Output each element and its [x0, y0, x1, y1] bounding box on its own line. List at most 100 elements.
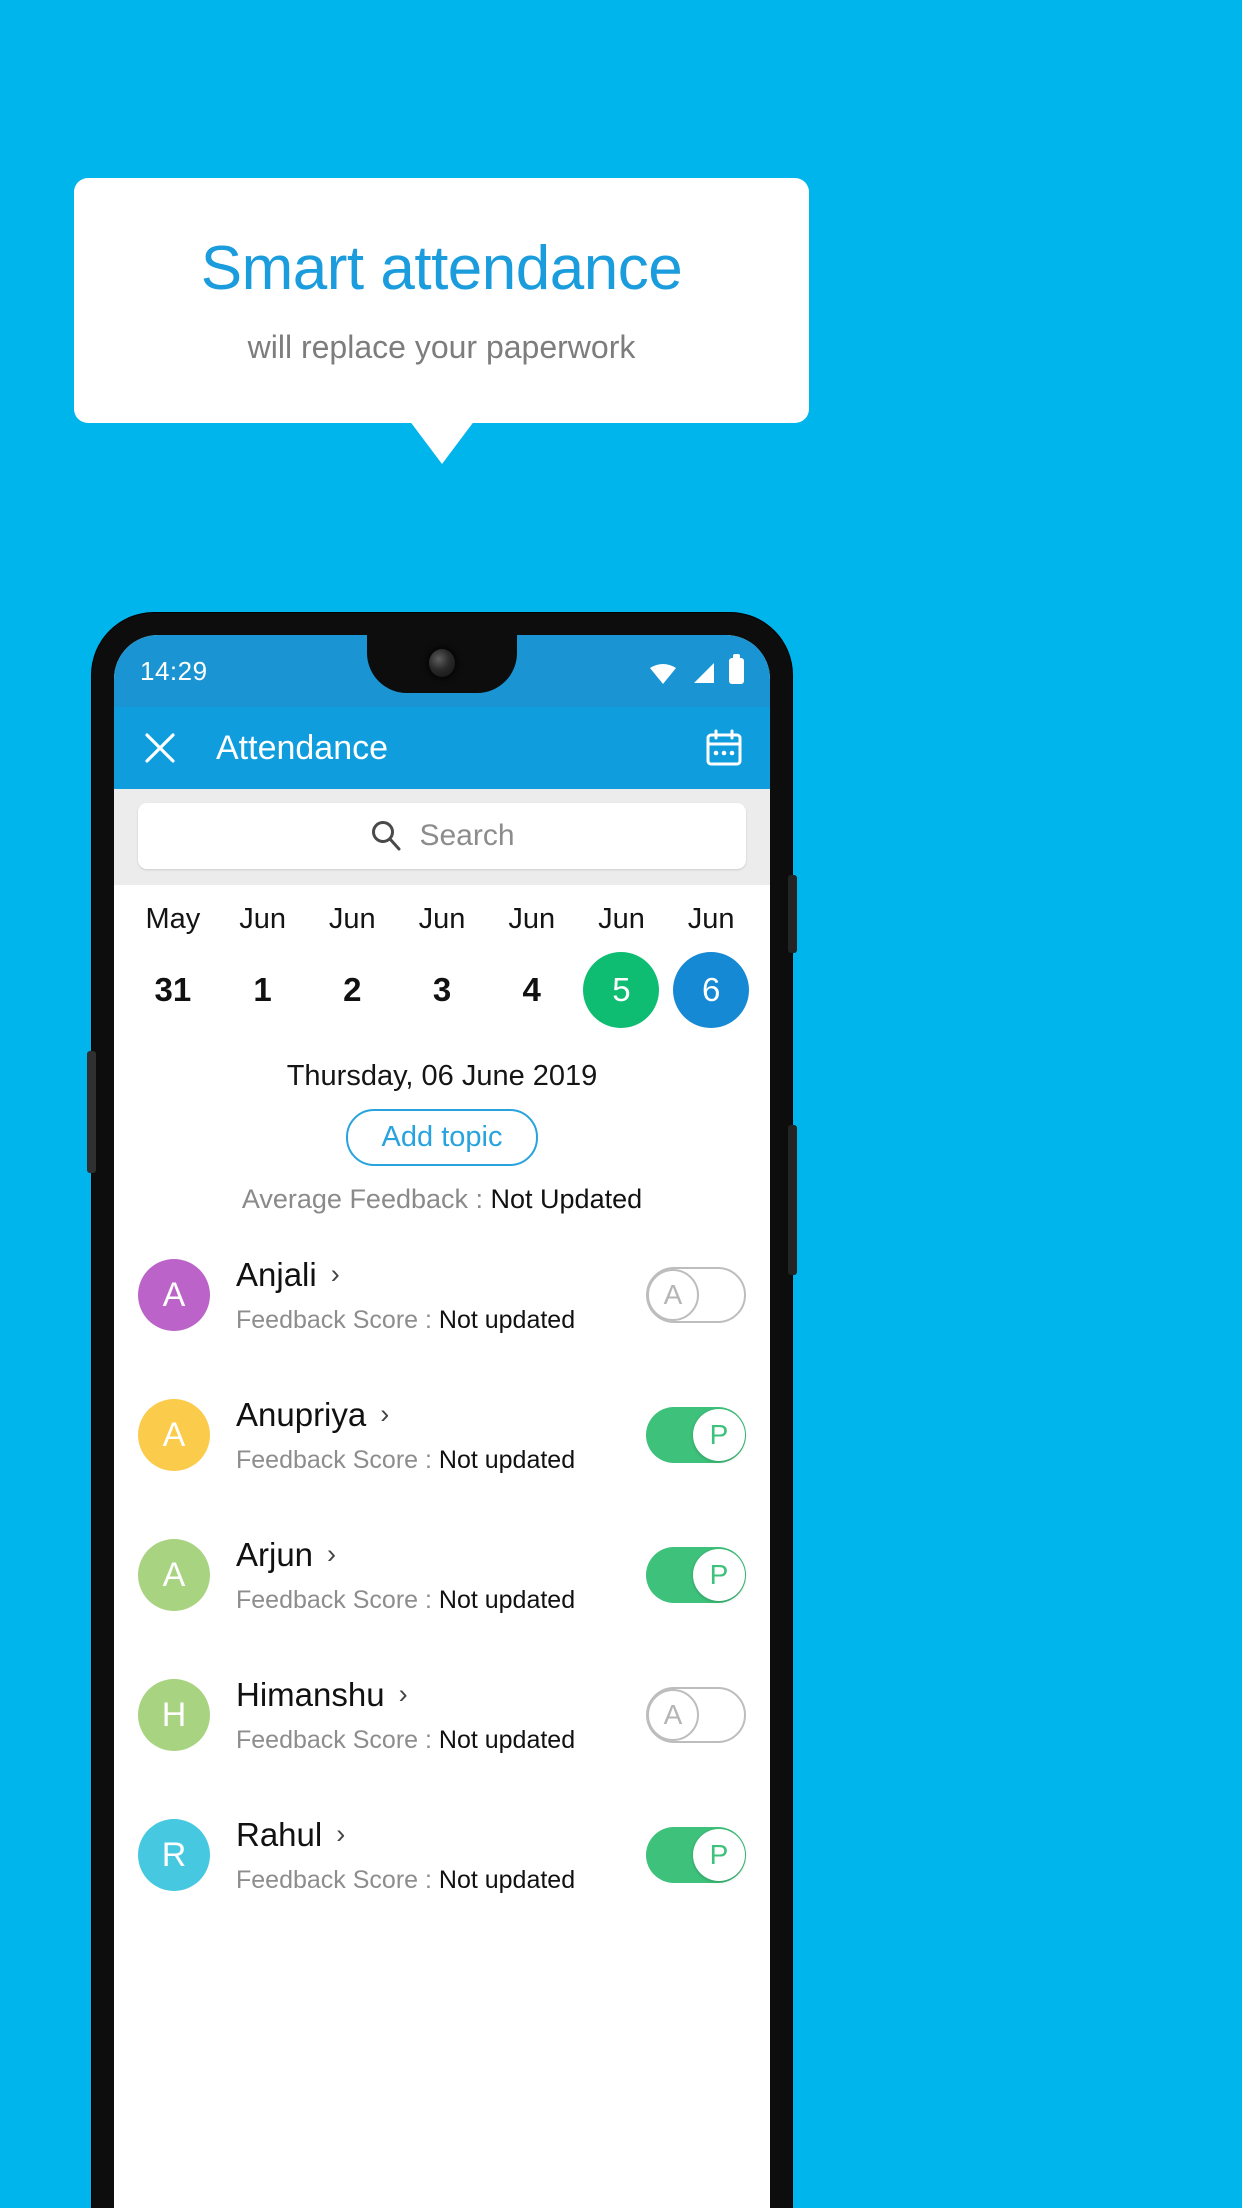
- average-feedback-label: Average Feedback :: [241, 1184, 491, 1214]
- attendance-toggle-knob: A: [647, 1269, 699, 1321]
- feedback-score-label: Feedback Score :: [236, 1865, 439, 1894]
- student-name: Anupriya: [236, 1395, 367, 1433]
- chevron-right-icon[interactable]: ›: [399, 1681, 408, 1708]
- student-name: Rahul: [236, 1815, 323, 1853]
- avatar: R: [138, 1819, 210, 1891]
- student-name: Anjali: [236, 1255, 317, 1293]
- phone-screen: 14:29 Attendance Search May 31 Jun 1 Jun…: [114, 635, 770, 2208]
- avatar: A: [138, 1539, 210, 1611]
- battery-icon: [729, 654, 744, 684]
- average-feedback: Average Feedback : Not Updated: [114, 1184, 770, 1215]
- student-info: Rahul › Feedback Score : Not updated: [236, 1816, 646, 1895]
- app-bar: Attendance: [114, 707, 770, 789]
- student-list: A Anjali › Feedback Score : Not updated A A An…: [114, 1225, 770, 1925]
- avatar: A: [138, 1259, 210, 1331]
- date-cell[interactable]: Jun 3: [397, 903, 487, 1028]
- signal-icon: [694, 663, 714, 683]
- promo-subtitle: will replace your paperwork: [247, 329, 636, 366]
- date-day-number[interactable]: 2: [314, 952, 390, 1028]
- date-day-number[interactable]: 1: [225, 952, 301, 1028]
- date-day-number[interactable]: 4: [494, 952, 570, 1028]
- student-row[interactable]: H Himanshu › Feedback Score : Not updated A: [114, 1645, 770, 1785]
- status-bar-clock: 14:29: [140, 655, 208, 686]
- calendar-icon[interactable]: [702, 726, 746, 770]
- promo-title: Smart attendance: [200, 233, 683, 303]
- student-row[interactable]: A Arjun › Feedback Score : Not updated P: [114, 1505, 770, 1645]
- phone-volume-button[interactable]: [788, 1125, 797, 1275]
- date-month-label: May: [145, 903, 201, 935]
- student-name-line[interactable]: Rahul ›: [236, 1816, 646, 1854]
- chevron-right-icon[interactable]: ›: [380, 1401, 389, 1428]
- phone-assistant-button[interactable]: [87, 1051, 96, 1173]
- status-bar-icons: [649, 654, 744, 684]
- search-placeholder: Search: [419, 819, 515, 852]
- chevron-right-icon[interactable]: ›: [327, 1541, 336, 1568]
- date-cell[interactable]: Jun 2: [307, 903, 397, 1028]
- phone-power-button[interactable]: [788, 875, 797, 953]
- date-month-label: Jun: [328, 903, 376, 935]
- date-day-number[interactable]: 5: [583, 952, 660, 1028]
- feedback-score-value: Not updated: [438, 1305, 576, 1334]
- student-name-line[interactable]: Anjali ›: [236, 1256, 646, 1294]
- date-day-number[interactable]: 31: [135, 952, 211, 1028]
- feedback-score: Feedback Score : Not updated: [236, 1726, 646, 1755]
- student-info: Arjun › Feedback Score : Not updated: [236, 1536, 646, 1615]
- student-info: Anjali › Feedback Score : Not updated: [236, 1256, 646, 1335]
- status-bar: 14:29: [114, 635, 770, 707]
- date-day-number[interactable]: 3: [404, 952, 480, 1028]
- add-topic-button[interactable]: Add topic: [345, 1109, 539, 1166]
- attendance-toggle-knob: P: [693, 1829, 745, 1881]
- phone-notch: [367, 635, 517, 693]
- date-cell[interactable]: Jun 6: [666, 903, 756, 1028]
- feedback-score-value: Not updated: [438, 1445, 576, 1474]
- date-month-label: Jun: [687, 903, 735, 935]
- date-month-label: Jun: [239, 903, 286, 935]
- attendance-toggle[interactable]: A: [646, 1687, 746, 1743]
- date-month-label: Jun: [598, 903, 645, 935]
- attendance-toggle[interactable]: A: [646, 1267, 746, 1323]
- date-cell[interactable]: May 31: [128, 903, 218, 1028]
- add-topic-area: Add topic: [114, 1109, 770, 1166]
- attendance-toggle[interactable]: P: [646, 1407, 746, 1463]
- attendance-toggle-knob: P: [693, 1549, 745, 1601]
- feedback-score: Feedback Score : Not updated: [236, 1586, 646, 1615]
- student-row[interactable]: A Anjali › Feedback Score : Not updated A: [114, 1225, 770, 1365]
- chevron-right-icon[interactable]: ›: [336, 1821, 345, 1848]
- student-name-line[interactable]: Anupriya ›: [236, 1396, 646, 1434]
- student-name: Himanshu: [236, 1675, 385, 1713]
- attendance-toggle[interactable]: P: [646, 1827, 746, 1883]
- feedback-score: Feedback Score : Not updated: [236, 1446, 646, 1475]
- student-name-line[interactable]: Himanshu ›: [236, 1676, 646, 1714]
- chevron-right-icon[interactable]: ›: [331, 1261, 340, 1288]
- front-camera: [429, 649, 455, 677]
- phone-device-frame: 14:29 Attendance Search May 31 Jun 1 Jun…: [87, 613, 797, 2208]
- promo-card-tail: [409, 420, 475, 464]
- feedback-score-value: Not updated: [438, 1865, 576, 1894]
- page-title: Attendance: [216, 728, 389, 767]
- student-name-line[interactable]: Arjun ›: [236, 1536, 646, 1574]
- search-icon: [372, 821, 401, 851]
- student-row[interactable]: A Anupriya › Feedback Score : Not updated P: [114, 1365, 770, 1505]
- date-strip[interactable]: May 31 Jun 1 Jun 2 Jun 3 Jun 4 Jun 5 Jun 6: [114, 885, 770, 1034]
- student-info: Anupriya › Feedback Score : Not updated: [236, 1396, 646, 1475]
- feedback-score-label: Feedback Score :: [236, 1725, 439, 1754]
- promo-card: Smart attendance will replace your paper…: [74, 178, 809, 423]
- feedback-score: Feedback Score : Not updated: [236, 1306, 646, 1335]
- student-name: Arjun: [236, 1535, 314, 1573]
- date-cell[interactable]: Jun 1: [218, 903, 308, 1028]
- date-month-label: Jun: [418, 903, 466, 935]
- feedback-score-value: Not updated: [438, 1725, 576, 1754]
- date-day-number[interactable]: 6: [673, 952, 750, 1028]
- date-cell[interactable]: Jun 5: [577, 903, 667, 1028]
- feedback-score-label: Feedback Score :: [236, 1445, 439, 1474]
- student-row[interactable]: R Rahul › Feedback Score : Not updated P: [114, 1785, 770, 1925]
- search-input[interactable]: Search: [138, 803, 746, 869]
- close-icon[interactable]: [138, 726, 182, 770]
- avatar: H: [138, 1679, 210, 1751]
- student-info: Himanshu › Feedback Score : Not updated: [236, 1676, 646, 1755]
- attendance-toggle[interactable]: P: [646, 1547, 746, 1603]
- attendance-toggle-knob: A: [647, 1689, 699, 1741]
- date-cell[interactable]: Jun 4: [487, 903, 577, 1028]
- selected-date-label: Thursday, 06 June 2019: [286, 1060, 598, 1092]
- feedback-score-value: Not updated: [438, 1585, 576, 1614]
